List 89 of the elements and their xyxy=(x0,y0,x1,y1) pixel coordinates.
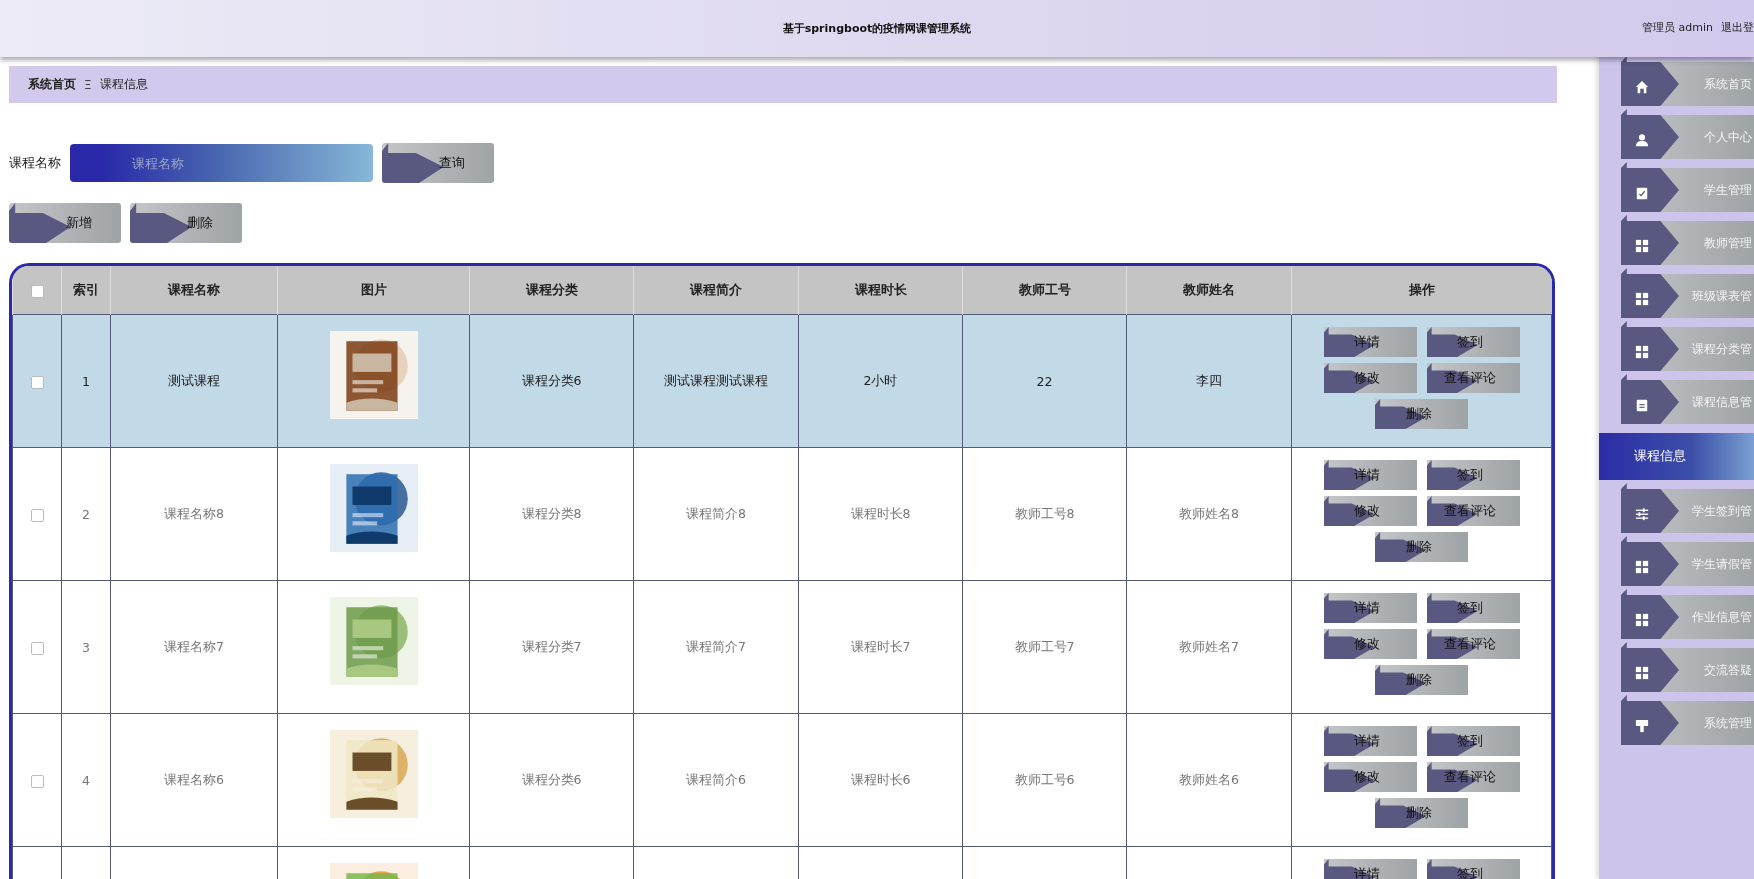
table-cell: 教师工号8 xyxy=(1014,505,1075,521)
table-cell: 教师姓名8 xyxy=(1179,505,1239,521)
row-action-button[interactable]: 签到 xyxy=(1426,460,1520,490)
search-label: 课程名称 xyxy=(9,154,61,172)
grid-icon xyxy=(1635,560,1649,574)
grid-icon xyxy=(1635,613,1649,627)
row-action-button[interactable]: 查看评论 xyxy=(1426,496,1520,526)
table-cell: 2 xyxy=(82,506,90,522)
breadcrumb-separator: Ξ xyxy=(84,77,92,92)
table-row[interactable]: 3 课程名称7 课程分类7 课程简介7 课程时长7 教师工号7 教师姓名7 详情 签到 修改 查看评论 删除 xyxy=(12,580,1552,714)
row-action-button[interactable]: 签到 xyxy=(1426,327,1520,357)
clipboard-check-icon xyxy=(1635,186,1649,200)
column-header: 教师姓名 xyxy=(1126,266,1292,315)
table-cell: 测试课程测试课程 xyxy=(664,372,768,388)
row-action-button[interactable]: 删除 xyxy=(1375,665,1468,695)
select-all-checkbox[interactable] xyxy=(30,284,44,298)
column-header: 教师工号 xyxy=(962,266,1127,315)
table-cell: 课程简介6 xyxy=(686,771,746,787)
grid-icon xyxy=(1635,666,1649,680)
grid-icon xyxy=(1635,292,1649,306)
table-cell: 课程时长7 xyxy=(850,638,911,654)
table-row[interactable]: 1 测试课程 课程分类6 测试课程测试课程 2小时 22 李四 详情 签到 修改 查看评论 删除 xyxy=(12,314,1552,448)
table-cell: 2小时 xyxy=(863,372,898,388)
table-row[interactable]: 2 课程名称8 课程分类8 课程简介8 课程时长8 教师工号8 教师姓名8 详情 签到 修改 查看评论 删除 xyxy=(12,447,1552,581)
column-header: 课程时长 xyxy=(798,266,963,315)
row-action-button[interactable]: 详情 xyxy=(1323,460,1417,490)
search-field[interactable]: 课程名称 xyxy=(70,144,373,182)
table-cell: 课程名称8 xyxy=(164,505,224,521)
row-action-button[interactable]: 详情 xyxy=(1323,593,1417,623)
breadcrumb-current: 课程信息 xyxy=(99,76,148,93)
column-header: 操作 xyxy=(1291,266,1552,315)
row-checkbox[interactable] xyxy=(30,774,44,788)
grid-icon xyxy=(1635,239,1649,253)
column-header: 课程分类 xyxy=(469,266,634,315)
row-action-button[interactable]: 修改 xyxy=(1323,496,1417,526)
row-action-button[interactable]: 详情 xyxy=(1323,327,1417,357)
breadcrumb-home-link[interactable]: 系统首页 xyxy=(28,76,76,93)
row-action-button[interactable]: 查看评论 xyxy=(1426,629,1520,659)
toolbar-button[interactable]: 删除 xyxy=(130,203,242,243)
table-cell: 3 xyxy=(82,639,90,655)
table-cell: 课程分类6 xyxy=(521,771,582,787)
column-header: 课程名称 xyxy=(110,266,278,315)
row-action-button[interactable]: 详情 xyxy=(1323,726,1417,756)
row-action-button[interactable]: 删除 xyxy=(1375,798,1468,828)
row-action-button[interactable]: 修改 xyxy=(1323,629,1417,659)
table-cell: 课程分类6 xyxy=(521,372,582,388)
home-icon xyxy=(1635,80,1649,94)
sliders-icon xyxy=(1635,507,1649,521)
table-cell: 课程简介7 xyxy=(686,638,746,654)
system-title: 基于springboot的疫情网课管理系统 xyxy=(782,21,972,36)
table-cell: 教师姓名7 xyxy=(1179,638,1239,654)
table-cell: 1 xyxy=(82,373,90,389)
clipboard-icon xyxy=(1635,398,1649,412)
sidebar-item[interactable]: 课程信息 xyxy=(1599,433,1754,480)
row-checkbox[interactable] xyxy=(30,508,44,522)
column-header: 索引 xyxy=(61,266,111,315)
row-action-button[interactable]: 修改 xyxy=(1323,762,1417,792)
row-action-button[interactable]: 修改 xyxy=(1323,363,1417,393)
grid-icon xyxy=(1635,345,1649,359)
user-icon xyxy=(1635,133,1649,147)
toolbar-button[interactable]: 新增 xyxy=(9,203,121,243)
user-label: 管理员 admin xyxy=(1642,20,1713,35)
row-action-button[interactable]: 查看评论 xyxy=(1426,762,1520,792)
table-cell: 课程时长6 xyxy=(850,771,911,787)
table-cell: 课程分类8 xyxy=(521,505,582,521)
row-checkbox[interactable] xyxy=(30,375,44,389)
table-cell: 课程名称7 xyxy=(164,638,224,654)
logout-link[interactable]: 退出登 xyxy=(1721,20,1754,35)
row-action-button[interactable]: 签到 xyxy=(1426,593,1520,623)
table-cell: 课程简介8 xyxy=(686,505,746,521)
table-cell: 课程名称6 xyxy=(164,771,224,787)
table-cell: 课程分类7 xyxy=(521,638,582,654)
table-cell: 教师工号6 xyxy=(1014,771,1075,787)
column-header: 课程简介 xyxy=(633,266,799,315)
table-cell: 李四 xyxy=(1196,372,1222,388)
row-action-button[interactable]: 查看评论 xyxy=(1426,363,1520,393)
table-cell: 22 xyxy=(1036,373,1053,389)
table-cell: 教师姓名6 xyxy=(1179,771,1239,787)
row-checkbox[interactable] xyxy=(30,641,44,655)
row-action-button[interactable]: 删除 xyxy=(1375,399,1468,429)
column-header: 图片 xyxy=(277,266,470,315)
table-cell: 测试课程 xyxy=(168,372,220,388)
table-cell: 4 xyxy=(82,772,90,788)
table-cell: 课程时长8 xyxy=(850,505,911,521)
row-action-button[interactable]: 签到 xyxy=(1426,726,1520,756)
query-button[interactable]: 查询 xyxy=(382,143,494,183)
table-row[interactable]: 4 课程名称6 课程分类6 课程简介6 课程时长6 教师工号6 教师姓名6 详情 签到 修改 查看评论 删除 xyxy=(12,713,1552,847)
row-action-button[interactable]: 删除 xyxy=(1375,532,1468,562)
table-cell: 教师工号7 xyxy=(1014,638,1075,654)
